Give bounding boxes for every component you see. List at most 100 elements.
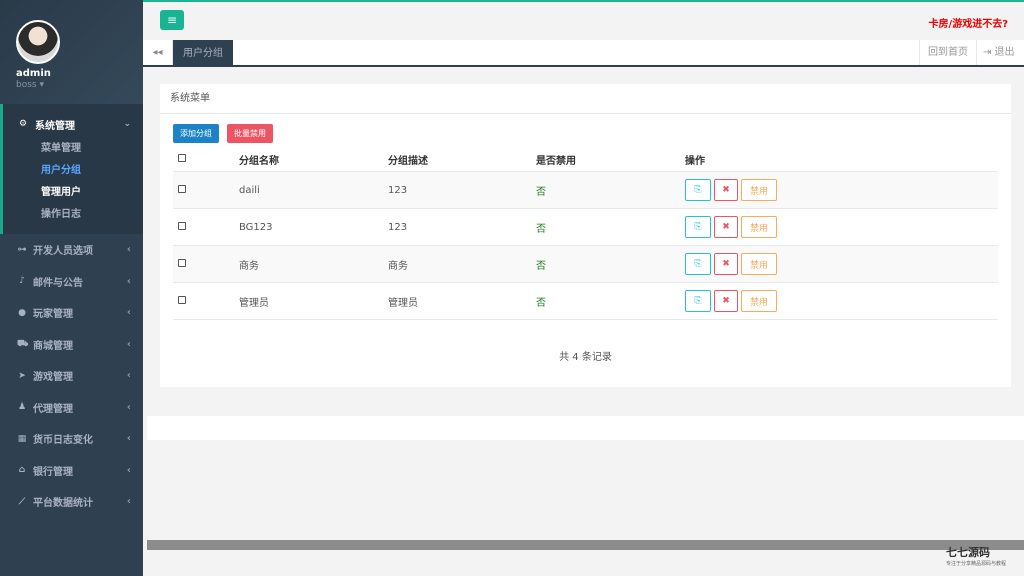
column-header-desc: 分组描述 [388, 156, 428, 167]
row-actions: ⎘ ✖ 禁用 [685, 290, 998, 312]
chevron-left-icon: ‹ [126, 307, 131, 319]
logout-button[interactable]: ⇥ 退出 [976, 40, 1024, 65]
copy-icon[interactable]: ⎘ [685, 216, 711, 238]
sidebar-item-label: 邮件与公告 [33, 277, 83, 289]
cell-banned-status: 否 [536, 223, 546, 235]
sidebar-item-group[interactable]: ♪ 邮件与公告 ‹ [0, 266, 143, 298]
sidebar-menu: ⊶ 开发人员选项 ‹ ♪ 邮件与公告 ‹ ● 玩家管理 ‹ ⛟ 商城管理 ‹ ➤ 游戏管理 ‹ ♟ 代理管理 ‹ ▦… [0, 234, 143, 518]
copy-icon[interactable]: ⎘ [685, 253, 711, 275]
user-secret-icon: ♟ [17, 402, 27, 413]
tab-user-groups[interactable]: 用户分组 [173, 40, 233, 67]
tab-bar: ◂◂ 用户分组 回到首页 ⇥ 退出 [143, 40, 1024, 67]
disable-button[interactable]: 禁用 [741, 290, 777, 312]
gamepad-icon: ⊶ [17, 244, 27, 255]
sidebar-item-group[interactable]: ⌂ 银行管理 ‹ [0, 455, 143, 487]
sidebar-item-group[interactable]: ⛟ 商城管理 ‹ [0, 329, 143, 361]
copy-icon[interactable]: ⎘ [685, 179, 711, 201]
profile-name: admin [16, 68, 51, 79]
chevron-left-icon: ‹ [126, 433, 131, 445]
back-to-home-button[interactable]: 回到首页 [919, 40, 976, 65]
content-panel: 系统菜单 添加分组 批量禁用 分组名称 分组描述 是否禁用 操作 daili 12… [160, 84, 1011, 387]
sidebar-item-group[interactable]: ⊶ 开发人员选项 ‹ [0, 234, 143, 266]
disable-button[interactable]: 禁用 [741, 253, 777, 275]
chevron-left-icon: ‹ [126, 275, 131, 287]
cell-group-name: BG123 [239, 221, 273, 233]
row-checkbox[interactable] [178, 221, 186, 230]
delete-icon[interactable]: ✖ [714, 290, 738, 312]
sidebar-group-system: ⚙ 系统管理 ⌄ 菜单管理 用户分组 管理用户 操作日志 [0, 104, 143, 234]
group-table: 分组名称 分组描述 是否禁用 操作 daili 123 否 ⎘ ✖ 禁用 BG123 123 否… [173, 148, 998, 320]
cell-group-desc: 管理员 [388, 297, 418, 309]
sidebar-item-operation-log[interactable]: 操作日志 [41, 204, 143, 226]
table-row: 商务 商务 否 ⎘ ✖ 禁用 [173, 246, 998, 283]
chevron-left-icon: ‹ [126, 496, 131, 508]
table-body: daili 123 否 ⎘ ✖ 禁用 BG123 123 否 ⎘ ✖ 禁用 商务 商务否 ⎘ ✖ 禁用 管理员 管理… [173, 172, 998, 320]
delete-icon[interactable]: ✖ [714, 253, 738, 275]
chevron-left-icon: ‹ [126, 401, 131, 413]
disable-button[interactable]: 禁用 [741, 216, 777, 238]
room-stuck-alert-link[interactable]: 卡房/游戏进不去? [929, 15, 1008, 30]
record-count: 共 4 条记录 [559, 352, 612, 363]
sidebar-item-label: 银行管理 [33, 466, 73, 478]
chevron-left-icon: ‹ [126, 464, 131, 476]
watermark-tagline: 专注于分享精品源码与教程 [945, 561, 1006, 567]
sidebar-item-group[interactable]: ▦ 货币日志变化 ‹ [0, 423, 143, 455]
watermark-logo: 七七源码 专注于分享精品源码与教程 [946, 544, 1006, 567]
horizontal-scrollbar[interactable] [147, 540, 1024, 550]
sidebar: admin boss ▾ ⚙ 系统管理 ⌄ 菜单管理 用户分组 管理用户 操作日… [0, 0, 143, 576]
column-header-name: 分组名称 [239, 156, 279, 167]
sidebar-item-label: 平台数据统计 [33, 498, 93, 510]
cell-banned-status: 否 [536, 297, 546, 309]
cell-group-desc: 商务 [388, 260, 408, 272]
batch-disable-button[interactable]: 批量禁用 [227, 124, 273, 143]
sidebar-item-label: 货币日志变化 [33, 435, 93, 447]
top-navbar: ≡ 卡房/游戏进不去? [143, 0, 1024, 40]
column-header-actions: 操作 [685, 156, 705, 167]
cell-group-desc: 123 [388, 221, 408, 233]
profile-block: admin boss ▾ [0, 0, 143, 104]
calendar-icon: ▦ [17, 433, 27, 444]
panel-title: 系统菜单 [160, 84, 1011, 114]
chevron-left-icon: ‹ [126, 244, 131, 256]
user-icon: ● [18, 307, 26, 318]
menu-toggle-button[interactable]: ≡ [160, 10, 184, 30]
cell-group-name: 管理员 [239, 297, 269, 309]
sidebar-item-label: 商城管理 [33, 340, 73, 352]
table-row: 管理员 管理员 否 ⎘ ✖ 禁用 [173, 283, 998, 320]
add-group-button[interactable]: 添加分组 [173, 124, 219, 143]
sidebar-item-label: 游戏管理 [33, 372, 73, 384]
row-actions: ⎘ ✖ 禁用 [685, 216, 998, 238]
sidebar-item-label: 开发人员选项 [33, 246, 93, 258]
chevron-left-icon: ‹ [126, 370, 131, 382]
sidebar-item-group[interactable]: ➤ 游戏管理 ‹ [0, 360, 143, 392]
cart-icon: ⛟ [17, 338, 29, 349]
select-all-checkbox[interactable] [178, 154, 186, 162]
sidebar-item-menu-manage[interactable]: 菜单管理 [41, 138, 143, 160]
tab-scroll-left-icon[interactable]: ◂◂ [143, 40, 173, 65]
delete-icon[interactable]: ✖ [714, 216, 738, 238]
disable-button[interactable]: 禁用 [741, 179, 777, 201]
profile-role-dropdown[interactable]: boss ▾ [16, 80, 143, 90]
chevron-left-icon: ‹ [126, 338, 131, 350]
sidebar-item-label: 代理管理 [33, 403, 73, 415]
sidebar-group-label: 系统管理 [35, 120, 75, 132]
row-checkbox[interactable] [178, 295, 186, 304]
sidebar-item-group[interactable]: ⟋ 平台数据统计 ‹ [0, 486, 143, 518]
copy-icon[interactable]: ⎘ [685, 290, 711, 312]
table-row: daili 123 否 ⎘ ✖ 禁用 [173, 172, 998, 209]
cell-banned-status: 否 [536, 260, 546, 272]
sidebar-submenu: 菜单管理 用户分组 管理用户 操作日志 [3, 138, 143, 226]
cell-banned-status: 否 [536, 186, 546, 198]
sidebar-item-group[interactable]: ● 玩家管理 ‹ [0, 297, 143, 329]
sidebar-item-group[interactable]: ♟ 代理管理 ‹ [0, 392, 143, 424]
row-actions: ⎘ ✖ 禁用 [685, 253, 998, 275]
sidebar-item-manage-users[interactable]: 管理用户 [41, 182, 143, 204]
sidebar-group-system-header[interactable]: ⚙ 系统管理 ⌄ [3, 112, 143, 136]
row-checkbox[interactable] [178, 258, 186, 267]
avatar[interactable] [16, 20, 60, 64]
cell-group-name: daili [239, 184, 260, 196]
gears-icon: ⚙ [19, 119, 28, 129]
delete-icon[interactable]: ✖ [714, 179, 738, 201]
sidebar-item-user-groups[interactable]: 用户分组 [41, 160, 143, 182]
row-checkbox[interactable] [178, 184, 186, 193]
